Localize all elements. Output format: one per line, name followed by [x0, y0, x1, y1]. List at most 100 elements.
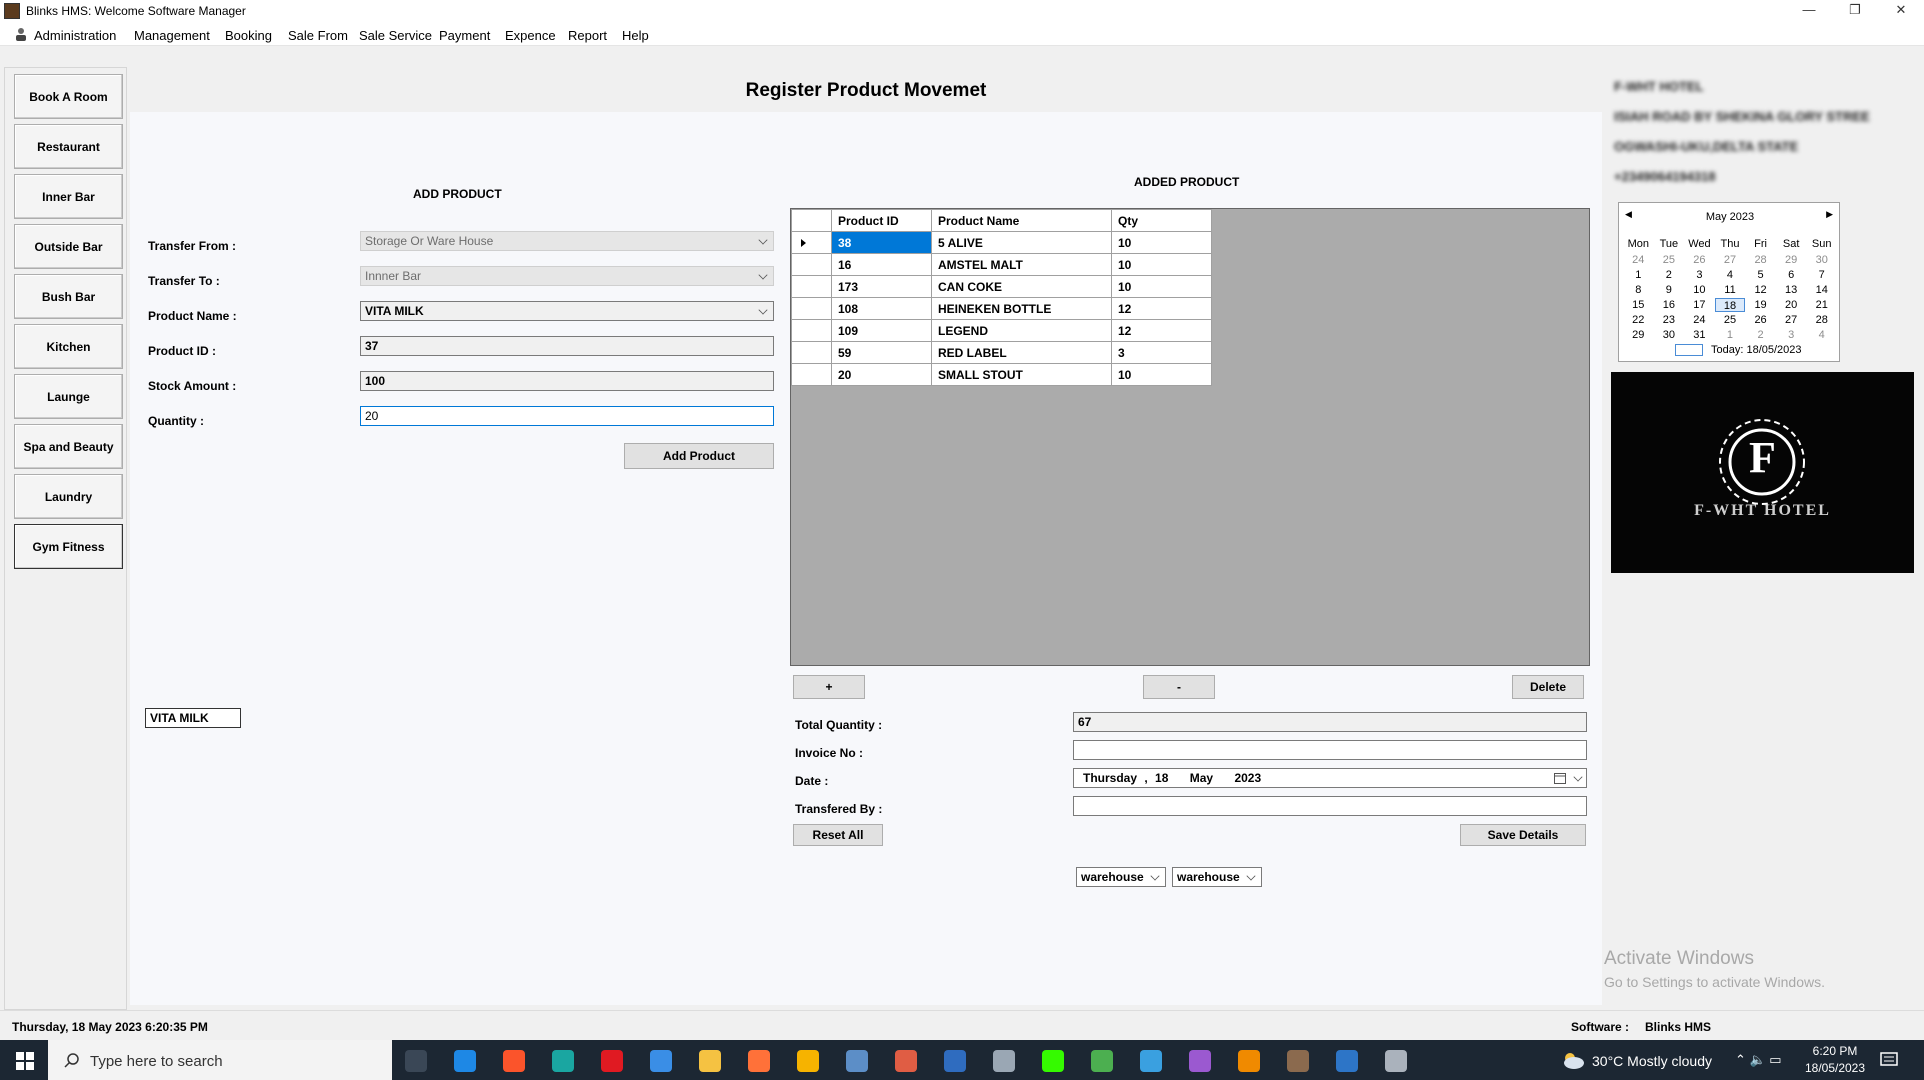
menu-payment[interactable]: Payment — [439, 28, 490, 43]
edge-icon[interactable] — [552, 1050, 574, 1072]
calendar-day[interactable]: 4 — [1715, 268, 1746, 282]
cell-qty[interactable]: 10 — [1111, 231, 1212, 254]
calendar-day[interactable]: 31 — [1684, 328, 1715, 342]
calendar-day[interactable]: 17 — [1684, 298, 1715, 312]
weather-text[interactable]: 30°C Mostly cloudy — [1592, 1053, 1712, 1069]
cell-qty[interactable]: 10 — [1111, 363, 1212, 386]
date-month[interactable]: May — [1190, 771, 1213, 785]
calendar-day[interactable]: 25 — [1654, 253, 1685, 267]
calendar-icon[interactable] — [1554, 772, 1566, 784]
file-explorer-icon[interactable] — [699, 1050, 721, 1072]
sidebar-item-restaurant[interactable]: Restaurant — [14, 124, 123, 169]
cell-product-id[interactable]: 20 — [831, 363, 932, 386]
calendar-day[interactable]: 1 — [1623, 268, 1654, 282]
total-quantity-field[interactable]: 67 — [1073, 712, 1587, 732]
taskbar-search-box[interactable]: Type here to search — [48, 1040, 392, 1080]
paint-icon[interactable] — [846, 1050, 868, 1072]
calendar-day[interactable]: 9 — [1654, 283, 1685, 297]
calendar-day[interactable]: 26 — [1745, 313, 1776, 327]
close-button[interactable]: ✕ — [1878, 0, 1924, 22]
menu-management[interactable]: Management — [134, 28, 210, 43]
product-id-field[interactable]: 37 — [360, 336, 774, 356]
delete-button[interactable]: Delete — [1512, 675, 1584, 699]
quantity-input[interactable]: 20 — [360, 406, 774, 426]
store-icon[interactable] — [650, 1050, 672, 1072]
calendar-day[interactable]: 14 — [1806, 283, 1837, 297]
table-row[interactable]: 16 AMSTEL MALT 10 — [791, 253, 1212, 276]
product-name-select[interactable]: VITA MILK — [360, 301, 774, 321]
calendar-day[interactable]: 12 — [1745, 283, 1776, 297]
blinks-hms-icon[interactable] — [1287, 1050, 1309, 1072]
calendar-day[interactable]: 3 — [1684, 268, 1715, 282]
cell-product-name[interactable]: SMALL STOUT — [931, 363, 1112, 386]
photoshop-icon[interactable] — [1336, 1050, 1358, 1072]
calendar-day[interactable]: 7 — [1806, 268, 1837, 282]
reset-all-button[interactable]: Reset All — [793, 824, 883, 846]
cell-product-name[interactable]: HEINEKEN BOTTLE — [931, 297, 1112, 320]
calendar-day[interactable]: 28 — [1745, 253, 1776, 267]
cell-qty[interactable]: 12 — [1111, 297, 1212, 320]
menu-sale-service[interactable]: Sale Service — [359, 28, 432, 43]
add-product-button[interactable]: Add Product — [624, 443, 774, 469]
table-row[interactable]: 109 LEGEND 12 — [791, 319, 1212, 342]
cell-product-name[interactable]: RED LABEL — [931, 341, 1112, 364]
calendar-month-title[interactable]: May 2023 — [1619, 211, 1841, 223]
minimize-button[interactable]: — — [1786, 0, 1832, 22]
dreamweaver-icon[interactable] — [1042, 1050, 1064, 1072]
brave-icon[interactable] — [503, 1050, 525, 1072]
firefox-icon[interactable] — [748, 1050, 770, 1072]
date-year[interactable]: 2023 — [1234, 771, 1261, 785]
calendar-day[interactable]: 24 — [1623, 253, 1654, 267]
row-header[interactable] — [791, 231, 832, 254]
invoice-no-input[interactable] — [1073, 740, 1587, 760]
calendar-day[interactable]: 24 — [1684, 313, 1715, 327]
calendar-day[interactable]: 27 — [1776, 313, 1807, 327]
notifications-icon[interactable] — [1880, 1052, 1898, 1068]
chevron-down-icon[interactable] — [1573, 772, 1583, 782]
calendar-day[interactable]: 30 — [1654, 328, 1685, 342]
sidebar-item-launge[interactable]: Launge — [14, 374, 123, 419]
git-icon[interactable] — [895, 1050, 917, 1072]
cell-product-id[interactable]: 109 — [831, 319, 932, 342]
row-header[interactable] — [791, 319, 832, 342]
sidebar-item-bush-bar[interactable]: Bush Bar — [14, 274, 123, 319]
menu-administration[interactable]: Administration — [34, 28, 116, 43]
added-products-grid[interactable]: Product ID Product Name Qty 38 5 ALIVE 1… — [790, 208, 1590, 666]
calendar-next-button[interactable]: ▶ — [1826, 209, 1833, 220]
calendar-day[interactable]: 2 — [1745, 328, 1776, 342]
transfered-by-input[interactable] — [1073, 796, 1587, 816]
restore-button[interactable]: ❐ — [1832, 0, 1878, 22]
calendar-day[interactable]: 29 — [1623, 328, 1654, 342]
calendar-day[interactable]: 5 — [1745, 268, 1776, 282]
weather-cloud-icon[interactable] — [1560, 1050, 1586, 1070]
row-header[interactable] — [791, 253, 832, 276]
cell-qty[interactable]: 10 — [1111, 275, 1212, 298]
task-view-icon[interactable] — [405, 1050, 427, 1072]
calendar-day[interactable]: 30 — [1806, 253, 1837, 267]
sidebar-item-gym-fitness[interactable]: Gym Fitness — [14, 524, 123, 569]
calendar-day[interactable]: 6 — [1776, 268, 1807, 282]
row-header[interactable] — [791, 341, 832, 364]
vlc-icon[interactable] — [1238, 1050, 1260, 1072]
row-header[interactable] — [791, 275, 832, 298]
mail-icon[interactable] — [454, 1050, 476, 1072]
calendar-days[interactable]: 24 25 26 27 28 29 30 1 2 3 4 5 6 7 8 9 10 11 12 13 14 15 16 17 1… — [1623, 253, 1837, 342]
taskbar-date[interactable]: 18/05/2023 — [1800, 1061, 1870, 1075]
cell-qty[interactable]: 10 — [1111, 253, 1212, 276]
transfer-from-select[interactable]: Storage Or Ware House — [360, 231, 774, 251]
date-picker[interactable]: Thursday , 18 May 2023 — [1073, 768, 1587, 788]
calendar-day[interactable]: 10 — [1684, 283, 1715, 297]
powershell-icon[interactable] — [944, 1050, 966, 1072]
date-day[interactable]: Thursday — [1083, 771, 1137, 785]
row-header[interactable] — [791, 297, 832, 320]
calendar-day[interactable]: 25 — [1715, 313, 1746, 327]
column-header-product-id[interactable]: Product ID — [831, 209, 932, 232]
calendar-today-label[interactable]: Today: 18/05/2023 — [1711, 344, 1802, 356]
calendar-day[interactable]: 4 — [1806, 328, 1837, 342]
calendar-day[interactable]: 22 — [1623, 313, 1654, 327]
cell-product-id[interactable]: 16 — [831, 253, 932, 276]
table-row[interactable]: 38 5 ALIVE 10 — [791, 231, 1212, 254]
cell-product-name[interactable]: LEGEND — [931, 319, 1112, 342]
warehouse-combo-1[interactable]: warehouse — [1076, 867, 1166, 887]
calendar-day[interactable]: 29 — [1776, 253, 1807, 267]
